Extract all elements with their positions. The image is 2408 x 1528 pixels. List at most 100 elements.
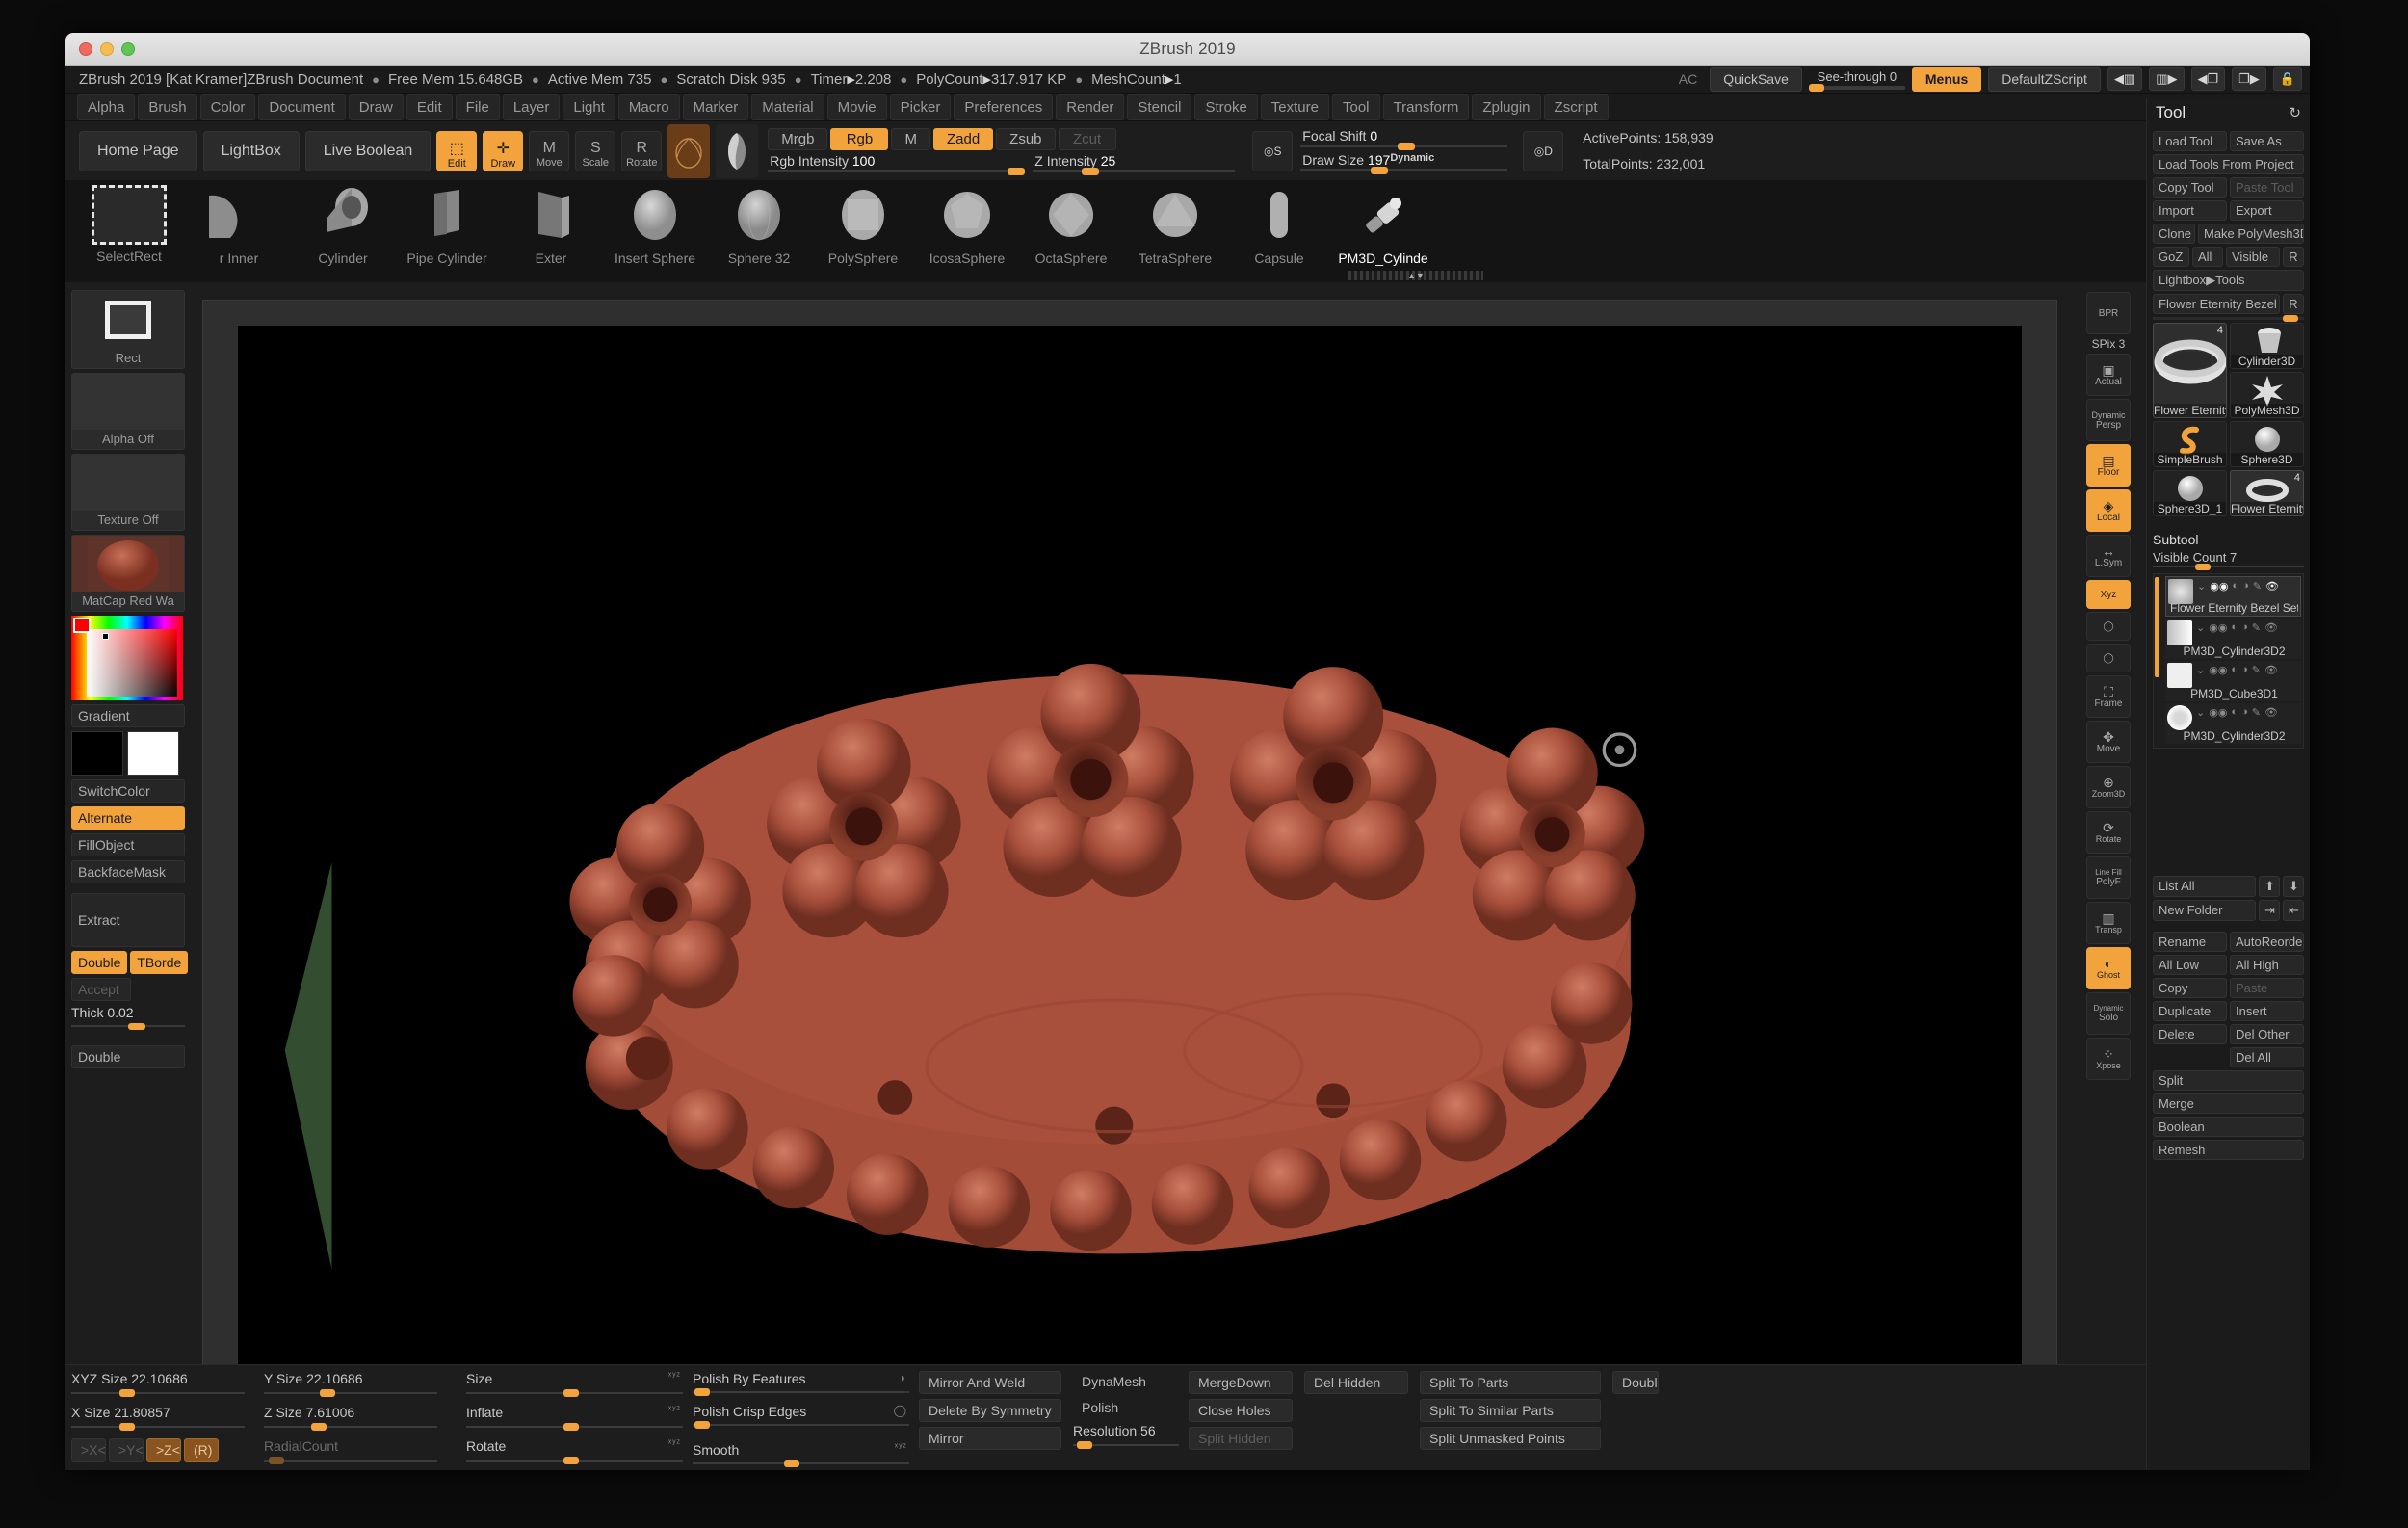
transparency-icon[interactable]: ◑: [2242, 580, 2249, 592]
stroke-swatch[interactable]: Rect: [71, 290, 185, 369]
dot-toggle[interactable]: ◗: [900, 1371, 907, 1384]
menu-item-tool[interactable]: Tool: [1332, 94, 1380, 120]
new-folder-button[interactable]: New Folder: [2153, 900, 2256, 921]
reset-icon[interactable]: ↻: [2289, 104, 2301, 121]
polyframe-button[interactable]: Line Fill PolyF: [2086, 856, 2131, 899]
shelf-item-pipe-cylinder[interactable]: Pipe Cylinder: [395, 181, 499, 277]
local-button[interactable]: ◈ Local: [2086, 489, 2131, 532]
tool-cylinder3d[interactable]: Cylinder3D: [2230, 323, 2304, 369]
see-through-slider[interactable]: See-through 0: [1808, 69, 1905, 92]
home-page-button[interactable]: Home Page: [79, 130, 197, 171]
slider-knob[interactable]: [128, 1023, 145, 1030]
slider-knob[interactable]: [1371, 167, 1389, 174]
goz-r-button[interactable]: R: [2283, 247, 2304, 267]
paste-tool-button[interactable]: Paste Tool: [2230, 177, 2304, 198]
boolean-section-button[interactable]: Boolean: [2153, 1117, 2304, 1137]
move-mode-button[interactable]: M Move: [529, 130, 570, 171]
move-3d-button[interactable]: ✥ Move: [2086, 721, 2131, 763]
alpha-swatch[interactable]: Alpha Off: [71, 373, 185, 450]
thick-slider[interactable]: Thick 0.02: [71, 1005, 185, 1030]
size-deform-slider[interactable]: Size ˣʸᶻ: [466, 1371, 683, 1400]
primary-secondary-colors[interactable]: [71, 731, 185, 776]
axis-z-button[interactable]: >Z<: [146, 1438, 181, 1462]
lightbox-tools-button[interactable]: Lightbox▶Tools: [2153, 270, 2304, 291]
subtool-row-cylinder[interactable]: ⌄ ◉◉ ◐ ◑ ✎ 👁 PM3D_Cylinder3D2: [2165, 619, 2301, 659]
eye-icon[interactable]: 👁: [2264, 664, 2278, 676]
menu-item-edit[interactable]: Edit: [406, 94, 453, 120]
scroll-left-icon[interactable]: ◀▥: [2107, 67, 2143, 92]
all-high-button[interactable]: All High: [2230, 955, 2304, 975]
slider-knob[interactable]: [1808, 83, 1824, 92]
slider-knob[interactable]: [1081, 167, 1099, 175]
subtool-row-flower-eternity[interactable]: ⌄ ◉◉ ◐ ◑ ✎ 👁 Flower Eternity Bezel Setti…: [2165, 576, 2301, 617]
draw-size-slider[interactable]: Draw Size 197 Dynamic: [1300, 152, 1508, 174]
shelf-item-capsule[interactable]: Capsule: [1227, 181, 1331, 277]
palette-right-icon[interactable]: ❐▶: [2232, 67, 2266, 92]
inflate-slider[interactable]: Inflate ˣʸᶻ: [466, 1405, 683, 1434]
shelf-item-octasphere[interactable]: OctaSphere: [1019, 181, 1123, 277]
extract-button[interactable]: Extract: [71, 893, 185, 947]
goz-button[interactable]: GoZ: [2153, 247, 2189, 267]
solo-button[interactable]: Dynamic Solo: [2086, 992, 2131, 1035]
shelf-item-exter[interactable]: Exter: [499, 181, 603, 277]
zsub-button[interactable]: Zsub: [996, 127, 1056, 150]
menus-button[interactable]: Menus: [1911, 67, 1982, 92]
tool-flower-eternity-2[interactable]: 4 Flower Eternity: [2230, 470, 2304, 516]
split-to-similar-parts-button[interactable]: Split To Similar Parts: [1420, 1399, 1601, 1422]
menu-item-stroke[interactable]: Stroke: [1194, 94, 1258, 120]
slider-knob[interactable]: [119, 1423, 136, 1431]
make-polymesh3d-button[interactable]: Make PolyMesh3D: [2198, 224, 2304, 244]
zoom3d-button[interactable]: ⊕ Zoom3D: [2086, 766, 2131, 808]
menu-item-stencil[interactable]: Stencil: [1127, 94, 1192, 120]
indent-left-icon[interactable]: ⇤: [2283, 900, 2304, 921]
axis-x-button[interactable]: >X<: [71, 1438, 106, 1462]
axis-r-button[interactable]: (R): [184, 1438, 219, 1462]
xpose-button[interactable]: ⁘ Xpose: [2086, 1038, 2131, 1080]
rename-button[interactable]: Rename: [2153, 932, 2227, 952]
mergedown-button[interactable]: MergeDown: [1189, 1371, 1293, 1394]
menu-item-zscript[interactable]: Zscript: [1543, 94, 1609, 120]
current-brush-swatch[interactable]: [667, 123, 711, 178]
menu-item-zplugin[interactable]: Zplugin: [1472, 94, 1541, 120]
slider-knob[interactable]: [119, 1389, 136, 1397]
load-tool-button[interactable]: Load Tool: [2153, 131, 2227, 151]
copy-tool-button[interactable]: Copy Tool: [2153, 177, 2227, 198]
menu-item-picker[interactable]: Picker: [889, 94, 952, 120]
scale-mode-button[interactable]: S Scale: [575, 130, 616, 171]
shelf-item-sphere32[interactable]: Sphere 32: [707, 181, 811, 277]
edit-mode-button[interactable]: ⬚ Edit: [436, 130, 478, 171]
del-other-button[interactable]: Del Other: [2230, 1024, 2304, 1044]
tool-sphere3d-1[interactable]: Sphere3D_1: [2153, 470, 2227, 516]
mask-icon[interactable]: ◐: [2232, 580, 2238, 592]
tool-shelf[interactable]: SelectRect r Inner Cylinder Pipe Cylinde…: [65, 181, 2310, 282]
chevron-down-icon[interactable]: ⌄: [2196, 621, 2205, 634]
ghost-button[interactable]: ◐ Ghost: [2086, 947, 2131, 989]
visible-count-slider[interactable]: Visible Count 7: [2153, 550, 2304, 570]
mask-icon[interactable]: ◐: [2231, 706, 2238, 718]
current-material-swatch[interactable]: [716, 123, 759, 178]
quicksave-button[interactable]: QuickSave: [1710, 67, 1802, 92]
actual-button[interactable]: ▣ Actual: [2086, 354, 2131, 396]
spix-control[interactable]: SPix 3: [2092, 337, 2126, 351]
paste-button[interactable]: Paste: [2230, 978, 2304, 998]
chevron-down-icon[interactable]: ⌄: [2197, 580, 2206, 593]
brush-icon[interactable]: ✎: [2252, 664, 2261, 676]
tborder-button[interactable]: TBorde: [130, 951, 189, 974]
slider-knob[interactable]: [1008, 167, 1026, 175]
brush-icon[interactable]: ✎: [2252, 706, 2261, 719]
move-down-icon[interactable]: ⬇: [2283, 876, 2304, 897]
document-canvas[interactable]: [202, 300, 2057, 1457]
y-size-slider[interactable]: Y Size 22.10686: [264, 1371, 437, 1400]
double-button[interactable]: Double: [71, 951, 128, 974]
resolution-slider[interactable]: Resolution 56: [1073, 1423, 1179, 1452]
slider-knob[interactable]: [1398, 143, 1416, 150]
brush-icon[interactable]: ✎: [2252, 621, 2261, 634]
menu-item-alpha[interactable]: Alpha: [77, 94, 136, 120]
menu-item-material[interactable]: Material: [751, 94, 824, 120]
scroll-right-icon[interactable]: ▥▶: [2149, 67, 2185, 92]
autoreorder-button[interactable]: AutoReorder: [2230, 932, 2304, 952]
tool-polymesh3d[interactable]: PolyMesh3D: [2230, 372, 2304, 418]
draw-mode-button[interactable]: ✛ Draw: [483, 130, 524, 171]
split-to-parts-button[interactable]: Split To Parts: [1420, 1371, 1601, 1394]
menu-item-brush[interactable]: Brush: [138, 94, 197, 120]
